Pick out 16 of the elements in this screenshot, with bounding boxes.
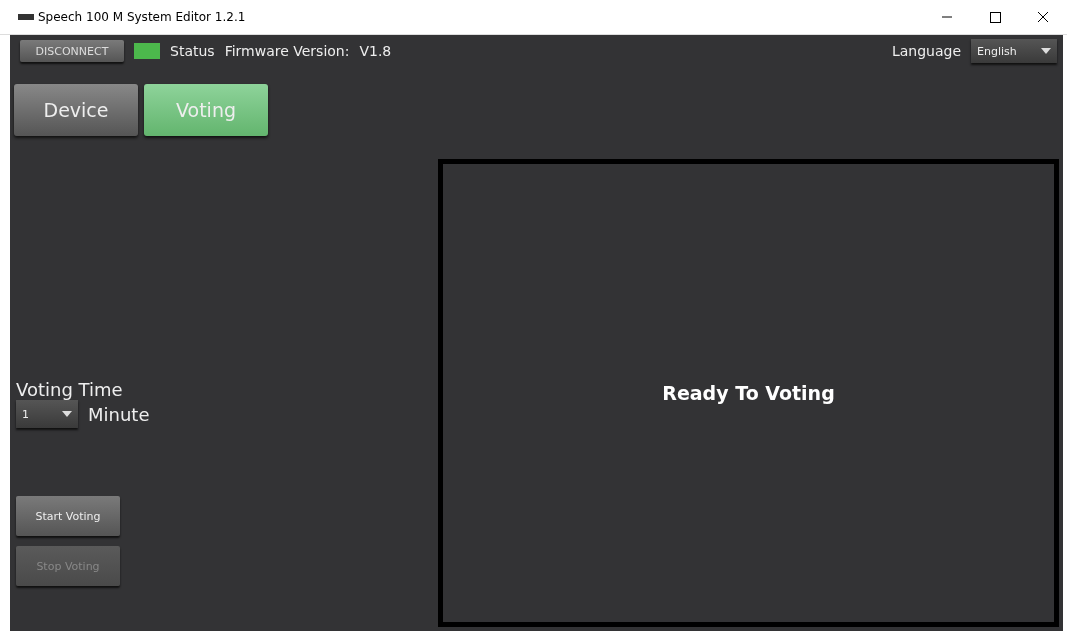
tab[interactable]: Device	[14, 84, 138, 136]
language-dropdown[interactable]: English	[971, 39, 1057, 63]
minutes-dropdown[interactable]: 1	[16, 400, 78, 428]
firmware-label: Firmware Version:	[224, 43, 350, 59]
voting-button[interactable]: Start Voting	[16, 496, 120, 536]
language-label: Language	[891, 43, 961, 59]
window-title: Speech 100 M System Editor 1.2.1	[38, 10, 246, 24]
caret-icon	[62, 411, 72, 417]
voting-time-label: Voting Time	[16, 379, 124, 400]
caret-icon	[1041, 48, 1051, 54]
firmware-version: V1.8	[359, 43, 392, 59]
voting-status-message: Ready To Voting	[662, 382, 835, 404]
status-label: Status	[170, 43, 215, 59]
minute-label: Minute	[88, 403, 150, 425]
disconnect-button[interactable]: DISCONNECT	[20, 40, 124, 62]
app-logo-icon	[18, 14, 34, 20]
